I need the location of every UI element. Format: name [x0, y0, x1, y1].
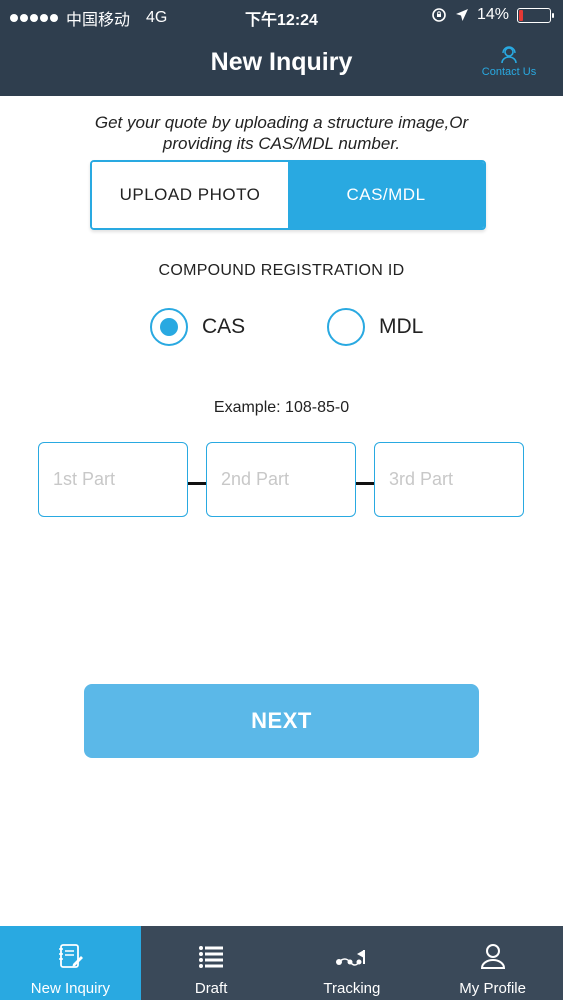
mdl-radio-button[interactable]	[327, 308, 365, 346]
list-icon	[199, 946, 224, 968]
cas-radio-option[interactable]: CAS	[150, 308, 245, 346]
cas-part-3-input[interactable]	[374, 442, 524, 517]
radio-selected-dot	[160, 318, 178, 336]
tab-label: My Profile	[459, 980, 526, 997]
cas-mdl-tab[interactable]: CAS/MDL	[288, 162, 484, 228]
battery-fill	[519, 9, 523, 21]
intro-text: Get your quote by uploading a structure …	[40, 112, 523, 154]
status-bar: 中国移动 4G 下午12:24 14%	[0, 0, 563, 32]
notepad-icon	[59, 944, 84, 968]
mdl-radio-option[interactable]: MDL	[327, 308, 423, 346]
header: 中国移动 4G 下午12:24 14% New Inquiry Contact …	[0, 0, 563, 96]
cas-part-2-input[interactable]	[206, 442, 356, 517]
cas-radio-label: CAS	[202, 315, 246, 338]
battery-percent: 14%	[476, 6, 509, 23]
tab-my-profile[interactable]: My Profile	[422, 926, 563, 1000]
intro-line-1: Get your quote by uploading a structure …	[94, 113, 469, 132]
cas-example-text: Example: 108-85-0	[213, 399, 350, 416]
rotation-lock-icon	[432, 8, 446, 22]
status-right: 14%	[431, 6, 554, 24]
cas-radio-button[interactable]	[150, 308, 188, 346]
intro-line-2: providing its CAS/MDL number.	[162, 134, 401, 153]
bottom-tab-bar: New Inquiry Draft Tracking My Profile	[0, 926, 563, 1000]
person-icon	[480, 944, 505, 969]
contact-us-label: Contact Us	[481, 66, 537, 78]
battery-icon	[517, 7, 554, 23]
tab-draft[interactable]: Draft	[141, 926, 282, 1000]
tab-new-inquiry[interactable]: New Inquiry	[0, 926, 141, 1000]
upload-photo-tab[interactable]: UPLOAD PHOTO	[92, 162, 288, 228]
contact-us-button[interactable]: Contact Us	[477, 46, 541, 78]
cas-separator-dash	[356, 482, 376, 485]
tab-label: New Inquiry	[30, 980, 110, 997]
input-method-segmented-control: UPLOAD PHOTO CAS/MDL	[90, 160, 486, 230]
tab-label: Draft	[194, 980, 228, 997]
route-icon	[335, 950, 365, 966]
headset-person-icon	[501, 46, 517, 64]
tab-label: Tracking	[323, 980, 381, 997]
mdl-radio-label: MDL	[379, 315, 424, 338]
cas-separator-dash	[188, 482, 208, 485]
cas-part-1-input[interactable]	[38, 442, 188, 517]
tab-tracking[interactable]: Tracking	[282, 926, 423, 1000]
registration-id-label: COMPOUND REGISTRATION ID	[158, 262, 405, 279]
next-button[interactable]: NEXT	[84, 684, 479, 758]
location-arrow-icon	[455, 9, 468, 21]
